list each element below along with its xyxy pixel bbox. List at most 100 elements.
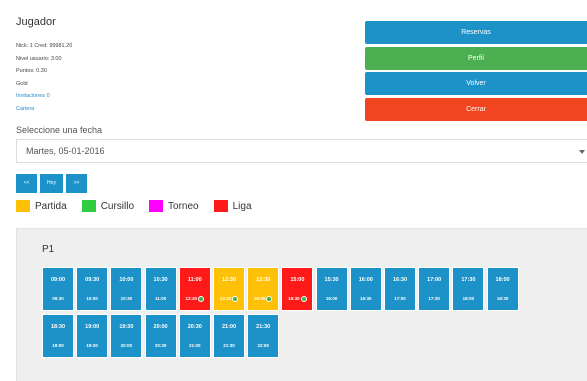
slot-end-time: 16:30 <box>282 296 312 302</box>
slot-start-time: 19:00 <box>85 324 100 330</box>
time-slot[interactable]: 09:30 10:00 <box>76 267 109 311</box>
slot-end-time: 20:30 <box>146 343 176 348</box>
chevron-down-icon <box>579 150 585 154</box>
slot-end-time: 09:30 <box>43 296 73 301</box>
date-nav: << Hoy >> <box>16 174 87 193</box>
slot-end-time-text: 18:30 <box>496 296 509 301</box>
time-slot[interactable]: 15:00 16:30 <box>281 267 314 311</box>
slot-start-time: 21:30 <box>256 324 271 330</box>
slot-start-time: 15:30 <box>324 277 339 283</box>
time-slot[interactable]: 10:00 10:30 <box>110 267 143 311</box>
back-button[interactable]: Volver <box>365 72 587 95</box>
booking-status-icon <box>266 296 273 302</box>
slot-end-time: 21:00 <box>180 343 210 348</box>
slot-start-time: 18:00 <box>495 277 510 283</box>
slot-start-time: 16:00 <box>358 277 373 283</box>
action-buttons: Reservas Perfil Volver Cerrar <box>365 21 587 123</box>
time-slot[interactable]: 09:00 09:30 <box>42 267 74 311</box>
slot-end-time: 16:30 <box>351 296 381 301</box>
slot-end-time-text: 20:30 <box>154 343 167 348</box>
time-slot[interactable]: 21:30 22:00 <box>247 314 280 358</box>
slot-end-time-text: 11:00 <box>154 296 167 301</box>
prev-day-button[interactable]: << <box>16 174 37 193</box>
time-slot[interactable]: 18:00 18:30 <box>486 267 519 311</box>
slot-end-time: 18:30 <box>488 296 518 301</box>
time-slot[interactable]: 20:30 21:00 <box>178 314 211 358</box>
slot-end-time-text: 16:30 <box>360 296 372 301</box>
legend-swatch-cursillo <box>81 200 96 212</box>
slot-end-time-text: 21:00 <box>189 343 201 348</box>
time-slot[interactable]: 16:00 16:30 <box>349 267 382 311</box>
slot-start-time: 10:30 <box>153 277 168 283</box>
time-slot[interactable]: 20:00 20:30 <box>144 314 177 358</box>
reservations-button[interactable]: Reservas <box>365 21 587 44</box>
slot-end-time-text: 20:00 <box>120 343 133 348</box>
court-panel: P1 09:00 09:30 09:30 10:00 10:00 10:30 10:30 11… <box>16 228 587 381</box>
time-slot[interactable]: 17:00 17:30 <box>418 267 451 311</box>
player-credits: Nick: 1 Cred: 99981.20 <box>16 43 73 49</box>
time-slot[interactable]: 19:00 19:30 <box>76 314 109 358</box>
player-level: Nivel usuario: 3.00 <box>16 55 62 62</box>
slot-end-time: 22:00 <box>248 343 278 348</box>
time-slot[interactable]: 18:30 19:00 <box>42 314 74 358</box>
slot-end-time-text: 17:30 <box>428 296 440 301</box>
legend-label-liga: Liga <box>232 200 252 212</box>
slot-end-time-text: 19:30 <box>86 343 98 348</box>
date-label: Seleccione una fecha <box>16 125 103 135</box>
slot-end-time: 12:30 <box>180 296 210 302</box>
time-slot[interactable]: 13:30 15:00 <box>247 267 280 311</box>
slot-end-time-text: 16:30 <box>288 296 300 302</box>
booking-status-icon <box>232 296 239 302</box>
player-points: Puntos: 0.30 <box>16 68 47 74</box>
invitations-link[interactable]: Invitaciones 0 <box>16 90 346 103</box>
slot-end-time-text: 13:30 <box>219 296 232 302</box>
slot-start-time: 11:00 <box>187 277 202 283</box>
slot-end-time-text: 22:00 <box>257 343 269 348</box>
time-slot[interactable]: 16:30 17:00 <box>384 267 416 311</box>
legend-label-partida: Partida <box>35 200 67 212</box>
slot-end-time-text: 18:00 <box>462 296 475 301</box>
next-day-button[interactable]: >> <box>66 174 87 193</box>
slot-start-time: 17:30 <box>461 277 476 283</box>
slot-end-time: 19:00 <box>43 343 73 348</box>
court-title: P1 <box>42 244 55 255</box>
slot-end-time: 16:00 <box>317 296 347 301</box>
slot-end-time-text: 17:00 <box>394 296 406 301</box>
slot-start-time: 20:00 <box>153 324 168 330</box>
slot-end-time: 15:00 <box>248 296 278 302</box>
today-button[interactable]: Hoy <box>40 174 63 193</box>
booking-status-icon <box>300 296 307 302</box>
time-slot[interactable]: 15:30 16:00 <box>315 267 348 311</box>
slot-start-time: 21:00 <box>221 324 237 330</box>
logout-button[interactable]: Cerrar <box>365 97 587 121</box>
player-info: Jugador Nick: 1 Cred: 99981.20 Nivel usu… <box>16 16 346 115</box>
slot-end-time-text: 16:00 <box>325 296 338 301</box>
player-title: Jugador <box>16 16 56 28</box>
wallet-link[interactable]: Cartera <box>16 103 346 116</box>
time-slot[interactable]: 21:00 21:30 <box>213 314 245 358</box>
slot-end-time-text: 09:30 <box>52 296 64 301</box>
slot-end-time-text: 10:00 <box>86 296 98 301</box>
profile-button[interactable]: Perfil <box>365 46 587 70</box>
date-select-value: Martes, 05-01-2016 <box>26 146 105 156</box>
time-slot[interactable]: 19:30 20:00 <box>110 314 143 358</box>
time-slot[interactable]: 17:30 18:00 <box>452 267 485 311</box>
slot-start-time: 17:00 <box>427 277 442 283</box>
slot-start-time: 15:00 <box>290 277 305 283</box>
booking-status-icon <box>198 296 205 302</box>
time-slot[interactable]: 12:30 13:30 <box>213 267 245 311</box>
slot-end-time-text: 10:30 <box>120 296 133 301</box>
slot-start-time: 16:30 <box>392 277 408 283</box>
slot-end-time: 17:00 <box>385 296 415 301</box>
slot-end-time-text: 21:30 <box>223 343 235 348</box>
time-slot[interactable]: 10:30 11:00 <box>144 267 177 311</box>
slot-end-time: 21:30 <box>214 343 244 348</box>
legend-swatch-partida <box>16 200 30 212</box>
player-tier: Gold <box>16 80 28 87</box>
time-slot[interactable]: 11:00 12:30 <box>178 267 211 311</box>
slot-end-time: 20:00 <box>111 343 141 348</box>
slot-end-time: 10:00 <box>77 296 107 301</box>
slot-start-time: 13:30 <box>256 277 271 283</box>
slot-end-time: 13:30 <box>214 296 244 302</box>
date-select[interactable]: Martes, 05-01-2016 <box>16 139 587 163</box>
